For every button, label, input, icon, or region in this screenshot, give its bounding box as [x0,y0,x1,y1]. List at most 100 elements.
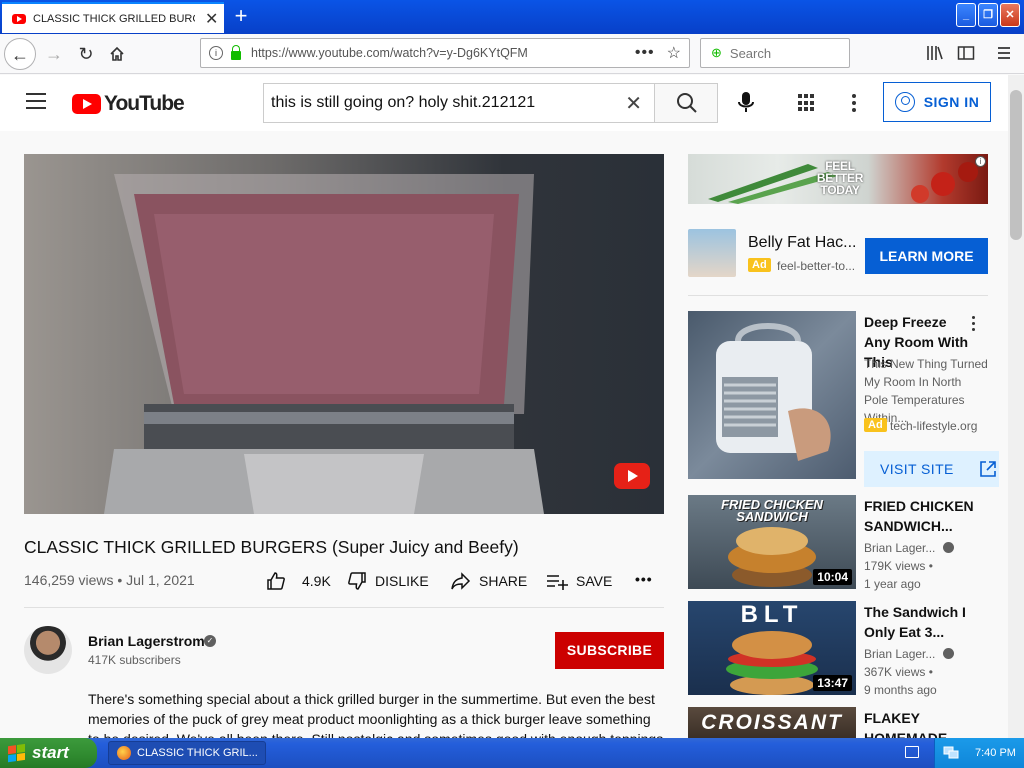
dislike-button[interactable]: DISLIKE [347,571,429,591]
ad-info-icon[interactable]: i [975,156,986,167]
thumbnail-text: BLT [740,601,804,628]
address-bar[interactable]: i https://www.youtube.com/watch?v=y-Dg6K… [200,38,690,68]
ad-title[interactable]: Belly Fat Hac... [748,234,856,252]
video-title: CLASSIC THICK GRILLED BURGERS (Super Jui… [24,537,519,557]
site-info-icon[interactable]: i [209,46,223,60]
sign-in-button[interactable]: SIGN IN [883,82,991,122]
youtube-logo-text: YouTube [104,92,185,115]
ad-domain: tech-lifestyle.org [890,419,978,433]
microphone-icon[interactable] [737,91,755,115]
video-player[interactable] [24,154,664,514]
settings-more-icon[interactable] [852,94,856,112]
ad-thumbnail[interactable] [688,311,856,479]
save-label: SAVE [576,573,613,589]
divider [24,607,664,608]
tab-title: CLASSIC THICK GRILLED BURGERS (Super Jui… [33,12,195,25]
web-search-box[interactable]: ⊕ Search [700,38,850,68]
new-tab-button[interactable]: + [228,4,254,30]
learn-more-button[interactable]: LEARN MORE [865,238,988,274]
save-button[interactable]: SAVE [546,571,612,591]
verified-icon [943,648,955,659]
start-button[interactable]: start [0,738,97,768]
keyboard-icon[interactable] [905,746,919,758]
thumbs-down-icon [348,572,366,590]
menu-icon[interactable] [996,44,1012,62]
related-video-title[interactable]: The Sandwich I Only Eat 3... [864,602,988,642]
tab-close-button[interactable]: ✕ [205,9,218,29]
home-button[interactable] [101,38,133,70]
channel-name[interactable]: Brian Lagerstrom [88,633,205,649]
video-thumbnail[interactable]: CROISSANT [688,707,856,738]
ad-description: This New Thing Turned My Room In North P… [864,357,988,425]
network-icon[interactable] [943,746,959,760]
video-duration: 10:04 [813,569,852,585]
ad-menu-icon[interactable] [972,316,976,332]
video-thumbnail[interactable]: BLT 13:47 [688,601,856,695]
search-icon [677,93,697,113]
ad-domain: feel-better-to... [777,259,856,273]
windows-logo-icon [8,743,26,763]
forward-button[interactable]: → [38,38,70,70]
web-search-placeholder: Search [729,45,772,61]
close-window-button[interactable]: ✕ [1000,3,1020,27]
page-actions-button[interactable]: ••• [635,44,655,62]
taskbar-window-button[interactable]: CLASSIC THICK GRIL... [108,741,266,765]
url-text[interactable]: https://www.youtube.com/watch?v=y-Dg6KYt… [251,46,635,60]
channel-avatar[interactable] [24,626,72,674]
share-icon [451,572,471,590]
search-query[interactable]: this is still going on? holy shit.212121 [271,94,625,112]
maximize-button[interactable]: ❐ [978,3,998,27]
youtube-search-input[interactable]: this is still going on? holy shit.212121… [263,83,655,123]
related-video-channel[interactable]: Brian Lager... [864,647,955,661]
youtube-logo[interactable]: YouTube [72,92,185,116]
search-icon: ⊕ [711,45,722,60]
related-video-views: 367K views • [864,665,933,679]
sign-in-label: SIGN IN [923,94,980,110]
reload-button[interactable]: ↻ [70,38,102,70]
apps-grid-icon[interactable] [798,94,816,112]
video-duration: 13:47 [813,675,852,691]
share-button[interactable]: SHARE [451,571,527,591]
video-thumbnail[interactable]: FRIED CHICKEN SANDWICH 10:04 [688,495,856,589]
verified-badge-icon: ✓ [204,635,216,647]
lock-icon [231,44,241,60]
home-icon [110,46,124,61]
ad-badge: Ad [864,418,887,432]
related-video-title[interactable]: FRIED CHICKEN SANDWICH... [864,496,988,536]
playlist-add-icon [547,575,568,590]
taskbar-window-label: CLASSIC THICK GRIL... [137,747,258,759]
share-label: SHARE [479,573,528,589]
youtube-watermark-icon[interactable] [614,463,650,489]
browser-navbar: ← → ↻ i https://www.youtube.com/watch?v=… [0,34,1024,74]
thumbnail-text: FRIED CHICKEN SANDWICH [721,497,823,524]
more-actions-button[interactable]: ••• [635,571,653,587]
divider [688,295,988,296]
clock[interactable]: 7:40 PM [975,747,1016,759]
youtube-search-button[interactable] [654,83,718,123]
thumbnail-text: CROISSANT [701,711,843,734]
related-video-channel[interactable]: Brian Lager... [864,541,955,555]
browser-tab[interactable]: CLASSIC THICK GRILLED BURGERS (Super Jui… [2,2,224,33]
sidebar-toggle-icon[interactable] [957,44,975,62]
visit-site-button[interactable]: VISIT SITE [864,451,999,487]
related-video-title[interactable]: FLAKEY HOMEMADE [864,708,988,738]
back-button[interactable]: ← [4,38,36,70]
system-tray: 7:40 PM [934,738,1024,768]
external-link-icon [979,461,996,477]
related-video-views: 179K views • [864,559,933,573]
scrollbar-thumb[interactable] [1010,90,1022,240]
subscribe-button[interactable]: SUBSCRIBE [555,632,664,669]
minimize-button[interactable]: _ [956,3,976,27]
related-video-age: 1 year ago [864,577,921,591]
channel-name: Brian Lager... [864,541,936,555]
clear-search-icon[interactable]: ✕ [625,91,642,116]
guide-menu-icon[interactable] [26,93,46,109]
video-description: There's something special about a thick … [88,691,663,738]
library-icon[interactable] [926,44,944,62]
bookmark-star-icon[interactable]: ☆ [667,43,681,63]
ad-thumbnail[interactable] [688,229,736,277]
like-count: 4.9K [302,573,331,589]
firefox-icon [117,746,131,760]
related-video-age: 9 months ago [864,683,937,697]
like-button[interactable]: 4.9K [266,571,331,591]
